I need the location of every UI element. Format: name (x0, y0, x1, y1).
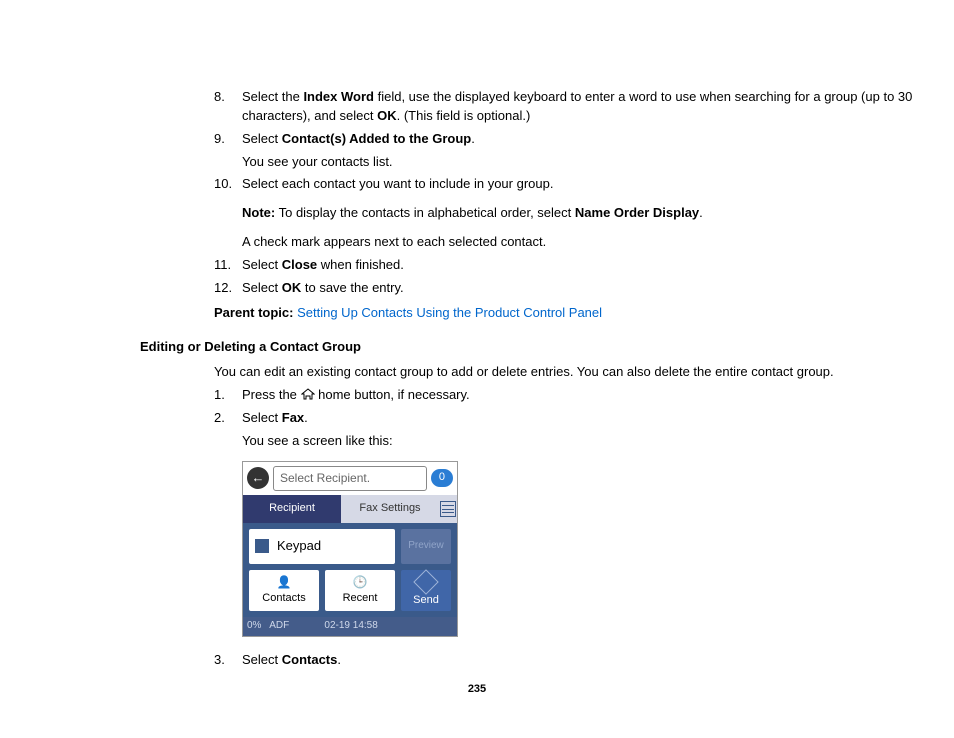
step-number: 9. (214, 130, 242, 172)
list-item: 9.Select Contact(s) Added to the Group.Y… (214, 130, 930, 172)
step-number: 10. (214, 175, 242, 252)
step-text: Select the Index Word field, use the dis… (242, 88, 930, 126)
send-icon (413, 569, 438, 594)
note: Note: To display the contacts in alphabe… (242, 204, 930, 223)
recipient-input: Select Recipient. (273, 466, 427, 491)
ordered-list-b: 1.Press the home button, if necessary.2.… (214, 386, 930, 669)
step-text: Select Contact(s) Added to the Group.You… (242, 130, 930, 172)
ordered-list-a: 8.Select the Index Word field, use the d… (214, 88, 930, 298)
step-text: Select Close when finished. (242, 256, 930, 275)
preview-button: Preview (401, 529, 451, 564)
list-item: 8.Select the Index Word field, use the d… (214, 88, 930, 126)
contacts-button: 👤Contacts (249, 570, 319, 611)
intro-text: You can edit an existing contact group t… (214, 363, 930, 382)
tab-fax-settings: Fax Settings (341, 495, 439, 523)
step-text: Select Fax.You see a screen like this:←S… (242, 409, 930, 647)
send-button: Send (401, 570, 451, 611)
step-number: 1. (214, 386, 242, 405)
step-text: Press the home button, if necessary. (242, 386, 930, 405)
tab-recipient: Recipient (243, 495, 341, 523)
step-number: 8. (214, 88, 242, 126)
step-number: 12. (214, 279, 242, 298)
recent-icon: 🕒 (325, 574, 395, 591)
status-bar: 0% ADF02-19 14:58 (243, 617, 457, 636)
step-number: 2. (214, 409, 242, 647)
list-item: 10.Select each contact you want to inclu… (214, 175, 930, 252)
list-item: 2.Select Fax.You see a screen like this:… (214, 409, 930, 647)
list-item: 3.Select Contacts. (214, 651, 930, 670)
step-text: Select each contact you want to include … (242, 175, 930, 252)
step-text: Select OK to save the entry. (242, 279, 930, 298)
list-item: 11.Select Close when finished. (214, 256, 930, 275)
keypad-icon (255, 539, 269, 553)
recent-button: 🕒Recent (325, 570, 395, 611)
keypad-button: Keypad (249, 529, 395, 564)
step-text: Select Contacts. (242, 651, 930, 670)
parent-topic-label: Parent topic: (214, 305, 293, 320)
fax-screen-preview: ←Select Recipient.0 RecipientFax Settings… (242, 461, 458, 637)
step-number: 3. (214, 651, 242, 670)
contacts-icon: 👤 (249, 574, 319, 591)
parent-topic-link[interactable]: Setting Up Contacts Using the Product Co… (297, 305, 602, 320)
list-item: 1.Press the home button, if necessary. (214, 386, 930, 405)
back-icon: ← (247, 467, 269, 489)
menu-icon (439, 495, 457, 523)
section-heading: Editing or Deleting a Contact Group (140, 338, 930, 357)
list-item: 12.Select OK to save the entry. (214, 279, 930, 298)
page-number: 235 (0, 682, 954, 698)
step-number: 11. (214, 256, 242, 275)
home-icon (301, 387, 315, 402)
parent-topic-line: Parent topic: Setting Up Contacts Using … (214, 304, 930, 323)
recipient-count-badge: 0 (431, 469, 453, 487)
